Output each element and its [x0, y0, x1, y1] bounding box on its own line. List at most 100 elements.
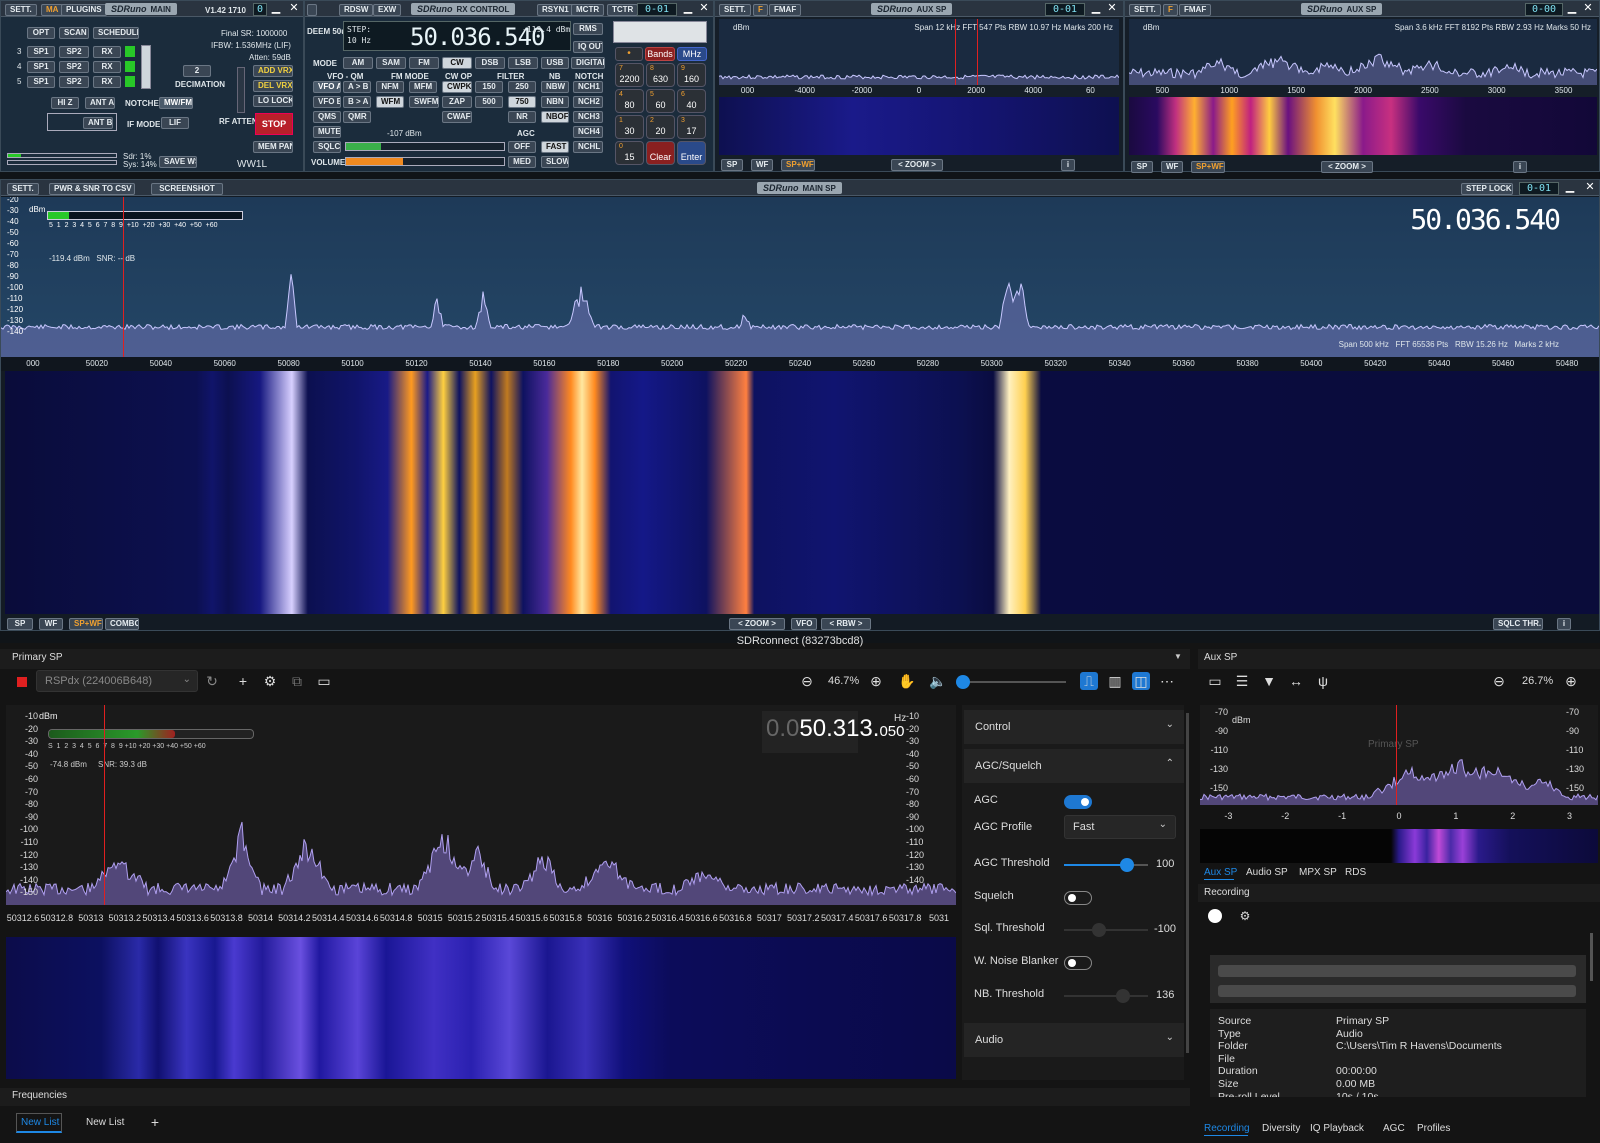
ant-a-button[interactable]: ANT A: [85, 97, 115, 109]
exw-button[interactable]: EXW: [373, 4, 402, 16]
audio-section[interactable]: Audio ⌄: [964, 1023, 1184, 1057]
keypad-key-3[interactable]: 3 17: [677, 115, 706, 139]
row-4-sp1[interactable]: SP1: [27, 61, 55, 73]
qmr-button[interactable]: QMR: [343, 111, 371, 123]
rdsw-button[interactable]: RDSW: [339, 4, 374, 16]
primary-spectrum[interactable]: -10 -20 -30 -40 -50 -60 -70 -80 -90 -100 -110 -120-…: [6, 705, 956, 905]
vfo-a-button[interactable]: VFO A: [313, 81, 341, 93]
mainsp-vfo-button[interactable]: VFO: [791, 618, 817, 630]
aux2-info-button[interactable]: i: [1513, 161, 1527, 173]
aux2-zoom-control[interactable]: < ZOOM >: [1321, 161, 1373, 173]
aux-zoom-in-icon[interactable]: ⊕: [1562, 672, 1580, 690]
nchl-button[interactable]: NCHL: [573, 141, 603, 153]
cwpk-button[interactable]: CWPK: [442, 81, 472, 93]
aux1-sp-tab[interactable]: SP: [721, 159, 743, 171]
bottom-tab-profiles[interactable]: Profiles: [1417, 1123, 1450, 1134]
aux-waterfall[interactable]: [1200, 829, 1598, 863]
mode-fm[interactable]: FM: [409, 57, 439, 69]
aux2-wf-tab[interactable]: WF: [1161, 161, 1183, 173]
nboff-button[interactable]: NBOFF: [541, 111, 569, 123]
aux-antenna-icon[interactable]: ψ: [1314, 672, 1332, 690]
aux1-spectrum[interactable]: dBm Span 12 kHz FFT 547 Pts RBW 10.97 Hz…: [719, 19, 1119, 85]
zap-button[interactable]: ZAP: [442, 96, 472, 108]
layout-icon[interactable]: ◫: [1132, 672, 1150, 690]
control-section[interactable]: Control ⌄: [964, 710, 1184, 744]
record-button-icon[interactable]: [1208, 909, 1222, 923]
scan-button[interactable]: SCAN: [59, 27, 89, 39]
keypad-key-0[interactable]: 0 15: [615, 141, 644, 165]
agc-off-button[interactable]: OFF: [508, 141, 536, 153]
add-icon[interactable]: +: [234, 672, 252, 690]
mode-lsb[interactable]: LSB: [508, 57, 538, 69]
cwafc-button[interactable]: CWAFC: [442, 111, 472, 123]
keypad-key-6[interactable]: 6 40: [677, 89, 706, 113]
sqlc-thr-button[interactable]: SQLC THR.: [1493, 618, 1543, 630]
aux1-fmaf-button[interactable]: FMAF: [769, 4, 802, 16]
filter-150-button[interactable]: 150: [475, 81, 503, 93]
vertical-slider[interactable]: [141, 45, 151, 89]
mainsp-spwf-tab[interactable]: SP+WF: [69, 618, 103, 630]
agc-squelch-section[interactable]: AGC/Squelch ⌃: [964, 749, 1184, 783]
aux2-spectrum[interactable]: dBm Span 3.6 kHz FFT 8192 Pts RBW 2.93 H…: [1129, 19, 1597, 85]
step-lock-button[interactable]: STEP LOCK: [1461, 183, 1513, 195]
aux-sliders-icon[interactable]: ☰: [1233, 672, 1251, 690]
mhz-button[interactable]: MHz: [677, 47, 707, 61]
keypad-key-clear[interactable]: Clear: [646, 141, 675, 165]
monitor-icon[interactable]: ▭: [315, 672, 333, 690]
keypad-key-2[interactable]: 2 20: [646, 115, 675, 139]
bottom-tab-diversity[interactable]: Diversity: [1262, 1123, 1300, 1134]
aux1-sett-button[interactable]: SETT.: [719, 4, 751, 16]
rx-frequency-display[interactable]: STEP: 10 Hz 50.036.540 -119.4 dBm: [343, 21, 571, 51]
aux-tab-aux-sp[interactable]: Aux SP: [1204, 867, 1237, 878]
w-noise-toggle[interactable]: [1064, 956, 1092, 970]
row-5-sp2[interactable]: SP2: [59, 76, 89, 88]
keypad-key-5[interactable]: 5 60: [646, 89, 675, 113]
aux2-spwf-tab[interactable]: SP+WF: [1191, 161, 1225, 173]
settings-icon[interactable]: ⚙: [261, 672, 279, 690]
aux2-sett-button[interactable]: SETT.: [1129, 4, 1161, 16]
aux1-minimize-button[interactable]: ▁: [1089, 3, 1103, 15]
aux-monitor-icon[interactable]: ▭: [1206, 672, 1224, 690]
a-to-b-button[interactable]: A > B: [343, 81, 371, 93]
aux2-sp-tab[interactable]: SP: [1131, 161, 1153, 173]
keypad-top-key[interactable]: •: [615, 47, 643, 61]
bottom-tab-agc[interactable]: AGC: [1383, 1123, 1405, 1134]
add-vrx-button[interactable]: ADD VRX: [253, 65, 293, 77]
screenshot-button[interactable]: SCREENSHOT: [151, 183, 223, 195]
chart-icon[interactable]: ▥: [1106, 672, 1124, 690]
aux1-zoom-control[interactable]: < ZOOM >: [891, 159, 943, 171]
hand-icon[interactable]: ✋: [898, 672, 916, 690]
mainsp-wf-tab[interactable]: WF: [39, 618, 63, 630]
nb-threshold-slider[interactable]: [1064, 989, 1148, 1003]
row-5-sp1[interactable]: SP1: [27, 76, 55, 88]
record-settings-icon[interactable]: ⚙: [1236, 907, 1254, 925]
row-4-sp2[interactable]: SP2: [59, 61, 89, 73]
control-scrollbar[interactable]: [1186, 713, 1189, 1053]
agc-threshold-slider[interactable]: [1064, 858, 1148, 872]
iq-out-button[interactable]: IQ OUT: [573, 41, 603, 53]
aux2-close-button[interactable]: ✕: [1581, 3, 1595, 15]
squelch-toggle[interactable]: [1064, 891, 1092, 905]
keypad-key-enter[interactable]: Enter: [677, 141, 706, 165]
keypad-key-9[interactable]: 9 160: [677, 63, 706, 87]
bands-button[interactable]: Bands: [645, 47, 675, 61]
agc-fast-button[interactable]: FAST: [541, 141, 569, 153]
aux-spectrum[interactable]: Primary SP dBm -70 -90 -110 -130 -150 -70 -90…: [1200, 705, 1598, 805]
mainsp-rbw-control[interactable]: < RBW >: [821, 618, 871, 630]
volume-slider[interactable]: [345, 157, 505, 166]
deem-label[interactable]: [307, 4, 317, 16]
aux1-wf-tab[interactable]: WF: [751, 159, 773, 171]
keypad-key-1[interactable]: 1 30: [615, 115, 644, 139]
keypad-key-4[interactable]: 4 80: [615, 89, 644, 113]
aux1-f-button[interactable]: F: [753, 4, 768, 16]
rsyn-button[interactable]: RSYN1: [537, 4, 574, 16]
aux-width-icon[interactable]: ↔: [1287, 672, 1305, 690]
nch1-button[interactable]: NCH1: [573, 81, 603, 93]
new-list-tab-active[interactable]: New List: [16, 1113, 62, 1133]
mute-button[interactable]: MUTE: [313, 126, 341, 138]
mainsp-sett-button[interactable]: SETT.: [7, 183, 39, 195]
device-select[interactable]: RSPdx (224006B648) ⌄: [36, 670, 198, 692]
zoom-in-icon[interactable]: ⊕: [867, 672, 885, 690]
pwr-csv-button[interactable]: PWR & SNR TO CSV: [49, 183, 135, 195]
mainsp-minimize-button[interactable]: ▁: [1563, 182, 1577, 194]
